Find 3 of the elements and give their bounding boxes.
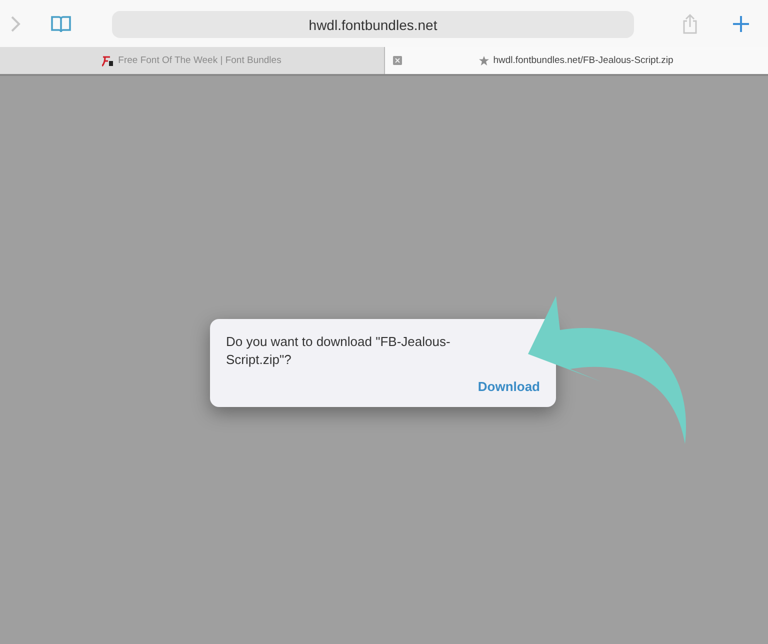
address-field[interactable]: hwdl.fontbundles.net (112, 11, 634, 38)
browser-tab[interactable]: hwdl.fontbundles.net/FB-Jealous-Script.zip (384, 47, 768, 74)
dialog-message: Do you want to download "FB-Jealous-Script.zip"? (226, 333, 452, 369)
